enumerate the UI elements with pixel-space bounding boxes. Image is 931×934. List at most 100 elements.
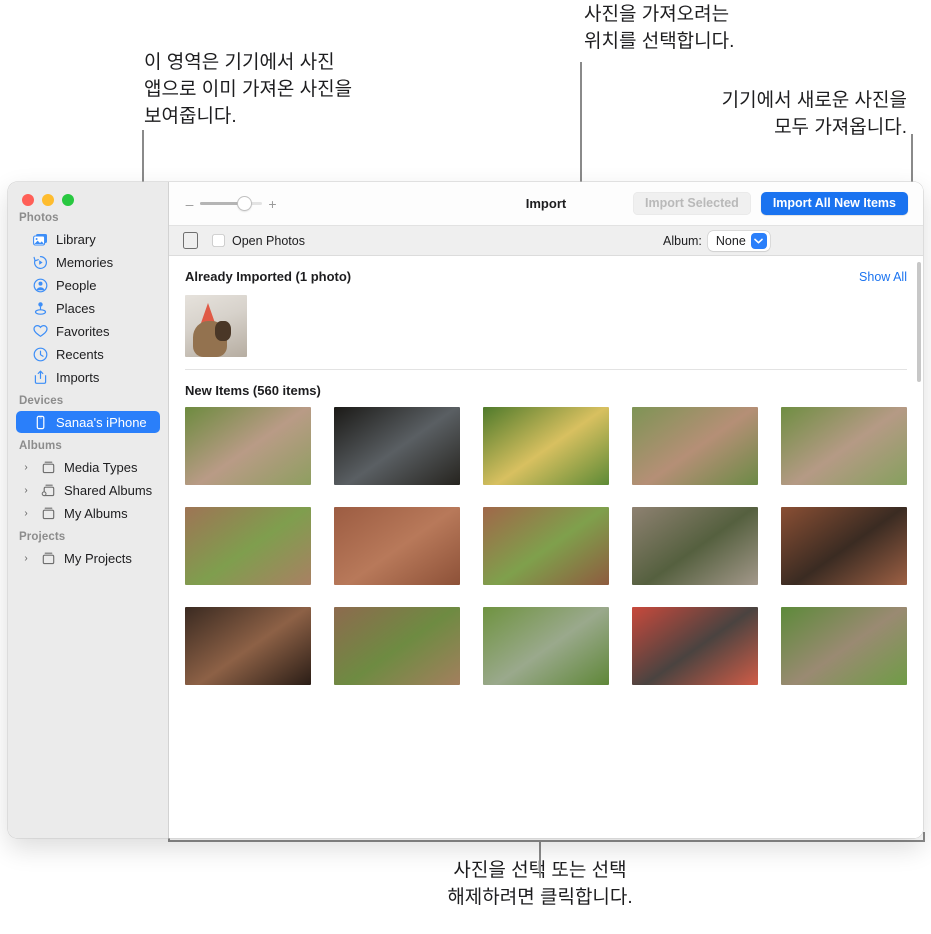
sidebar: Photos Library Memories People Places Fa… [8, 182, 169, 838]
dog-party-hat-photo[interactable] [185, 295, 247, 357]
sidebar-item-imports[interactable]: Imports [16, 366, 160, 388]
sidebar-item-memories[interactable]: Memories [16, 251, 160, 273]
minimize-button[interactable] [42, 194, 54, 206]
main-area: – + Import Import Selected Import All Ne… [169, 182, 923, 838]
window-controls [8, 182, 168, 206]
imports-icon [32, 369, 48, 385]
sidebar-item-label: My Albums [64, 506, 128, 521]
sidebar-item-shared-albums[interactable]: › Shared Albums [16, 479, 160, 501]
import-all-new-items-button[interactable]: Import All New Items [761, 192, 908, 215]
heart-icon [32, 323, 48, 339]
photo-man-flowers[interactable] [483, 407, 609, 485]
new-items-title: New Items (560 items) [185, 383, 321, 398]
places-icon [32, 300, 48, 316]
album-label: Album: [663, 234, 702, 248]
photo-arms-up[interactable] [781, 607, 907, 685]
sidebar-item-my-projects[interactable]: › My Projects [16, 547, 160, 569]
vertical-scrollbar[interactable] [917, 262, 921, 382]
sidebar-item-media-types[interactable]: › Media Types [16, 456, 160, 478]
sidebar-section-photos-title: Photos [8, 206, 168, 227]
photo-lawn-rest[interactable] [483, 607, 609, 685]
photos-app-window: Photos Library Memories People Places Fa… [8, 182, 923, 838]
party-hat-shape [201, 303, 215, 323]
annotation-top-right: 기기에서 새로운 사진을 모두 가져옵니다. [655, 88, 907, 142]
album-selector: Album: None [663, 231, 770, 251]
already-imported-title: Already Imported (1 photo) [185, 269, 351, 284]
annotation-top-middle: 사진을 가져오려는 위치를 선택합니다. [584, 2, 734, 56]
zoom-button[interactable] [62, 194, 74, 206]
shared-album-icon [40, 482, 56, 498]
open-photos-label: Open Photos [232, 234, 305, 248]
chevron-right-icon[interactable]: › [20, 553, 32, 564]
sidebar-item-my-albums[interactable]: › My Albums [16, 502, 160, 524]
import-content[interactable]: Already Imported (1 photo) Show All New … [169, 256, 923, 838]
photo-couple-path[interactable] [185, 407, 311, 485]
sidebar-item-label: People [56, 278, 96, 293]
zoom-out-icon[interactable]: – [185, 197, 194, 211]
bracket-grid-horizontal [168, 840, 925, 842]
import-subbar: Open Photos Album: None [169, 226, 923, 256]
sidebar-item-label: Places [56, 301, 95, 316]
device-icon [183, 232, 198, 249]
photo-woman-temple[interactable] [483, 507, 609, 585]
photo-grid[interactable] [169, 398, 923, 685]
sidebar-item-label: Recents [56, 347, 104, 362]
photo-woman-backpack[interactable] [632, 407, 758, 485]
sidebar-item-label: Media Types [64, 460, 137, 475]
dog-ear-shape [215, 321, 231, 341]
sidebar-item-favorites[interactable]: Favorites [16, 320, 160, 342]
library-icon [32, 231, 48, 247]
import-selected-button[interactable]: Import Selected [633, 192, 751, 215]
leader-line-grid-stem [539, 842, 541, 878]
photo-corridor[interactable] [185, 607, 311, 685]
toolbar-buttons: Import Selected Import All New Items [633, 192, 908, 215]
chevron-right-icon[interactable]: › [20, 508, 32, 519]
photo-woman-archway[interactable] [781, 507, 907, 585]
chevron-right-icon[interactable]: › [20, 485, 32, 496]
people-icon [32, 277, 48, 293]
sidebar-item-library[interactable]: Library [16, 228, 160, 250]
sidebar-item-label: Favorites [56, 324, 109, 339]
memories-icon [32, 254, 48, 270]
photo-two-friends-walk[interactable] [781, 407, 907, 485]
annotation-top-left: 이 영역은 기기에서 사진 앱으로 이미 가져온 사진을 보여줍니다. [144, 50, 352, 131]
sidebar-item-places[interactable]: Places [16, 297, 160, 319]
open-photos-checkbox[interactable]: Open Photos [212, 234, 305, 248]
sidebar-item-people[interactable]: People [16, 274, 160, 296]
close-button[interactable] [22, 194, 34, 206]
clock-icon [32, 346, 48, 362]
photo-market-girls[interactable] [632, 607, 758, 685]
new-items-header: New Items (560 items) [169, 370, 923, 398]
bracket-grid-right-cap [923, 832, 925, 842]
photo-man-cafe[interactable] [334, 407, 460, 485]
toolbar: – + Import Import Selected Import All Ne… [169, 182, 923, 226]
sidebar-item-label: My Projects [64, 551, 132, 566]
album-dropdown[interactable]: None [708, 231, 770, 251]
sidebar-item-label: Shared Albums [64, 483, 152, 498]
zoom-slider[interactable] [200, 197, 262, 211]
chevron-down-icon[interactable] [751, 233, 767, 249]
sidebar-section-devices-title: Devices [8, 389, 168, 410]
photo-three-seated[interactable] [334, 507, 460, 585]
checkbox-box[interactable] [212, 234, 225, 247]
already-imported-row [169, 284, 923, 357]
album-icon [40, 505, 56, 521]
show-all-link[interactable]: Show All [859, 270, 907, 284]
photo-group-ruins[interactable] [185, 507, 311, 585]
sidebar-item-label: Imports [56, 370, 99, 385]
sidebar-section-albums-title: Albums [8, 434, 168, 455]
photo-river-boat[interactable] [632, 507, 758, 585]
chevron-right-icon[interactable]: › [20, 462, 32, 473]
album-dropdown-value: None [716, 234, 746, 248]
sidebar-section-projects-title: Projects [8, 525, 168, 546]
slider-knob[interactable] [238, 197, 251, 210]
sidebar-item-sanaas-iphone[interactable]: Sanaa's iPhone [16, 411, 160, 433]
photo-woman-elephant[interactable] [334, 607, 460, 685]
sidebar-item-label: Library [56, 232, 96, 247]
zoom-in-icon[interactable]: + [268, 197, 277, 211]
sidebar-item-recents[interactable]: Recents [16, 343, 160, 365]
zoom-slider-control[interactable]: – + [185, 197, 277, 211]
album-icon [40, 550, 56, 566]
already-imported-header: Already Imported (1 photo) Show All [169, 256, 923, 284]
sidebar-item-label: Sanaa's iPhone [56, 415, 147, 430]
